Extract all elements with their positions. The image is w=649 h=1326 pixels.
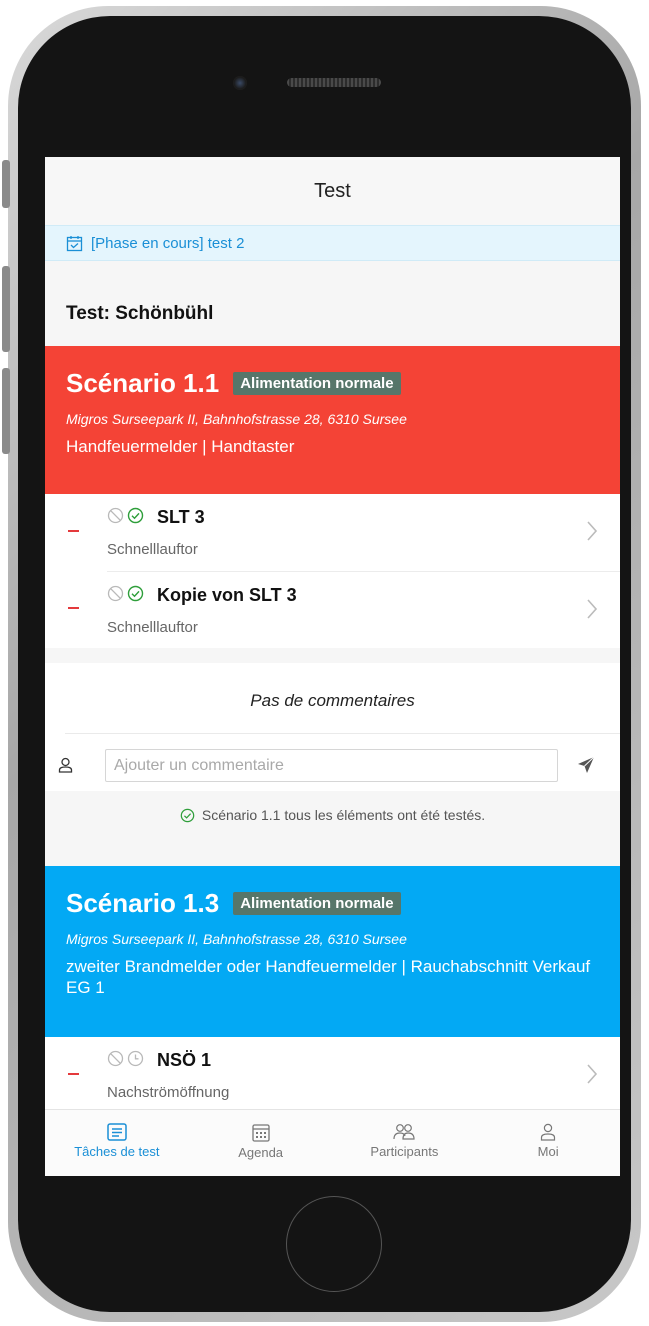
- no-comments-text: Pas de commentaires: [250, 691, 415, 710]
- chevron-right-icon: [587, 1064, 598, 1084]
- item-type: Nachströmöffnung: [107, 1084, 230, 1101]
- volume-down-button: [2, 368, 10, 454]
- scenario-address: Migros Surseepark II, Bahnhofstrasse 28,…: [66, 411, 407, 427]
- chevron-right-icon: [587, 521, 598, 541]
- navigation-bar: Test: [45, 157, 620, 225]
- scenario-address: Migros Surseepark II, Bahnhofstrasse 28,…: [66, 931, 407, 947]
- tab-label: Agenda: [238, 1145, 284, 1160]
- item-type: Schnelllauftor: [107, 619, 198, 636]
- phase-banner[interactable]: [Phase en cours] test 2: [45, 225, 620, 261]
- scenario-item-list: NSÖ 1 Nachströmöffnung: [45, 1037, 620, 1109]
- tab-agenda[interactable]: Agenda: [189, 1110, 333, 1176]
- tab-bar: Tâches de test Agenda Participants Moi: [45, 1109, 620, 1176]
- minus-icon[interactable]: [68, 530, 79, 532]
- phase-banner-text: [Phase en cours] test 2: [91, 234, 245, 252]
- tab-label: Tâches de test: [74, 1144, 160, 1159]
- calendar-check-icon: [66, 235, 83, 251]
- send-icon[interactable]: [576, 755, 596, 775]
- item-name: NSÖ 1: [157, 1050, 212, 1070]
- earpiece-speaker: [287, 78, 381, 87]
- check-circle-icon: [127, 507, 144, 524]
- power-mode-badge: Alimentation normale: [233, 372, 401, 395]
- list-item[interactable]: SLT 3 Schnelllauftor: [45, 494, 620, 571]
- scenario-devices: zweiter Brandmelder oder Handfeuermelder…: [66, 957, 591, 997]
- scenario-title: Scénario 1.1: [66, 368, 220, 398]
- tasks-icon: [107, 1123, 127, 1141]
- tab-test-tasks[interactable]: Tâches de test: [45, 1110, 189, 1176]
- power-mode-badge: Alimentation normale: [233, 892, 401, 915]
- blocked-icon: [107, 585, 124, 602]
- minus-icon[interactable]: [68, 1073, 79, 1075]
- blocked-icon: [107, 507, 124, 524]
- check-circle-icon: [180, 808, 195, 822]
- item-name: Kopie von SLT 3: [157, 585, 297, 605]
- blocked-icon: [107, 1050, 124, 1067]
- scenario-item-list: SLT 3 Schnelllauftor Kopie von SLT 3 Sch…: [45, 494, 620, 648]
- tab-label: Participants: [370, 1144, 439, 1159]
- page-title: Test: [314, 179, 351, 202]
- user-icon: [541, 1123, 556, 1141]
- all-tested-note: Scénario 1.1 tous les éléments ont été t…: [45, 807, 620, 823]
- app-screen: Test [Phase en cours] test 2 Test: Schön…: [45, 157, 620, 1176]
- comments-section: Pas de commentaires: [45, 663, 620, 791]
- chevron-right-icon: [587, 599, 598, 619]
- list-item[interactable]: Kopie von SLT 3 Schnelllauftor: [45, 571, 620, 648]
- tab-me[interactable]: Moi: [476, 1110, 620, 1176]
- scenario-header[interactable]: Scénario 1.1 Alimentation normale Migros…: [45, 346, 620, 494]
- mute-switch: [2, 160, 10, 208]
- scenario-title: Scénario 1.3: [66, 888, 220, 918]
- front-camera: [233, 76, 247, 90]
- check-circle-icon: [127, 585, 144, 602]
- comment-input[interactable]: [105, 749, 558, 782]
- scenario-devices: Handfeuermelder | Handtaster: [66, 437, 295, 456]
- calendar-icon: [251, 1124, 270, 1142]
- item-name: SLT 3: [157, 507, 205, 527]
- scenario-header[interactable]: Scénario 1.3 Alimentation normale Migros…: [45, 866, 620, 1037]
- participants-icon: [393, 1124, 415, 1140]
- user-icon: [58, 757, 73, 773]
- volume-up-button: [2, 266, 10, 352]
- divider: [65, 733, 620, 734]
- minus-icon[interactable]: [68, 607, 79, 609]
- test-title: Test: Schönbühl: [66, 303, 214, 324]
- tab-label: Moi: [537, 1144, 559, 1159]
- clock-icon: [127, 1050, 144, 1067]
- item-type: Schnelllauftor: [107, 541, 198, 558]
- tab-participants[interactable]: Participants: [333, 1110, 477, 1176]
- home-button[interactable]: [286, 1196, 382, 1292]
- list-item[interactable]: NSÖ 1 Nachströmöffnung: [45, 1037, 620, 1109]
- scroll-content[interactable]: Test: Schönbühl Scénario 1.1 Alimentatio…: [45, 261, 620, 1109]
- all-tested-text: Scénario 1.1 tous les éléments ont été t…: [201, 807, 486, 823]
